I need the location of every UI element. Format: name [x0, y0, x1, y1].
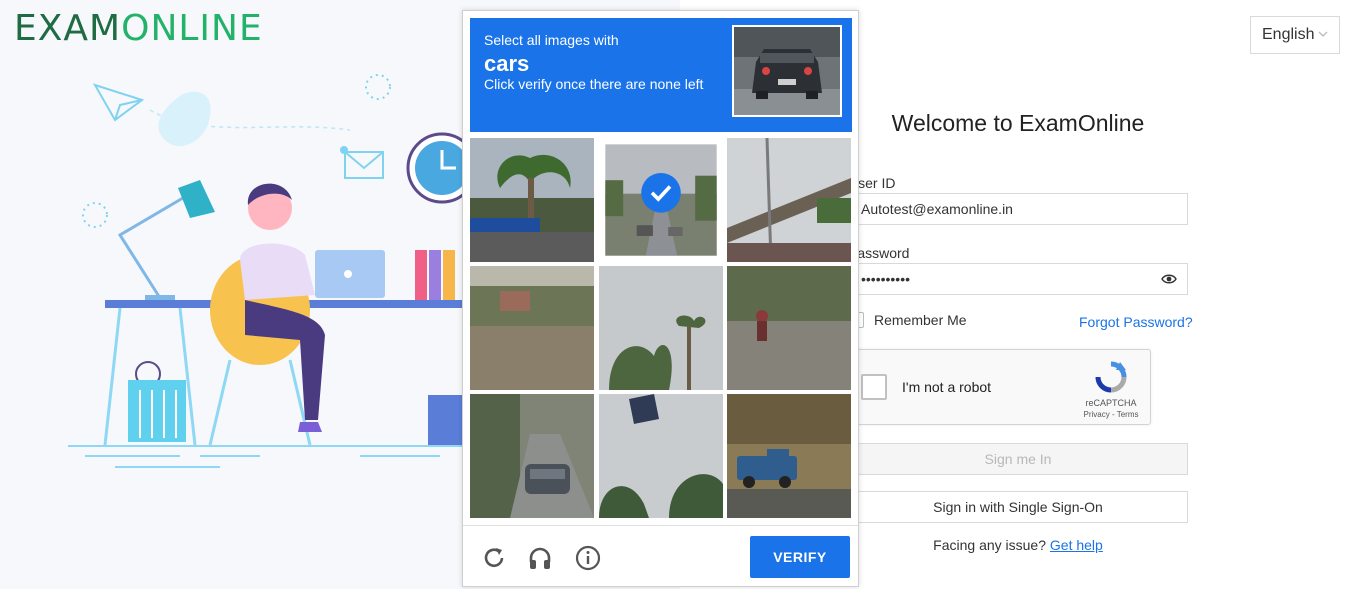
captcha-tile-8[interactable] — [599, 394, 723, 518]
sso-button[interactable]: Sign in with Single Sign-On — [848, 491, 1188, 523]
captcha-tile-4[interactable] — [470, 266, 594, 390]
password-input[interactable]: •••••••••• — [848, 263, 1188, 295]
user-id-value: Autotest@examonline.in — [861, 201, 1013, 217]
examonline-logo: EXAMONLINE — [14, 8, 263, 49]
captcha-image-grid — [470, 138, 852, 520]
remember-me-label: Remember Me — [874, 312, 967, 328]
captcha-challenge-dialog: Select all images with cars Click verify… — [462, 10, 859, 587]
instruction-line-3: Click verify once there are none left — [484, 76, 704, 92]
recaptcha-checkbox[interactable] — [861, 374, 887, 400]
info-icon[interactable] — [575, 545, 601, 571]
captcha-tile-5[interactable] — [599, 266, 723, 390]
sample-image — [732, 25, 842, 117]
workspace-illustration — [68, 74, 480, 468]
password-value: •••••••••• — [861, 271, 911, 287]
captcha-instructions: Select all images with cars Click verify… — [470, 18, 852, 132]
recaptcha-brand: reCAPTCHA — [1085, 398, 1137, 408]
verify-button[interactable]: VERIFY — [750, 536, 850, 578]
recaptcha-logo-icon — [1095, 361, 1127, 393]
refresh-icon[interactable] — [481, 545, 507, 571]
remember-me[interactable]: Remember Me — [848, 312, 967, 328]
captcha-tile-2[interactable] — [605, 144, 717, 256]
language-selected: English — [1262, 26, 1315, 43]
recaptcha-label: I'm not a robot — [902, 379, 992, 395]
captcha-tile-3[interactable] — [727, 138, 851, 262]
captcha-tile-7[interactable] — [470, 394, 594, 518]
user-id-input[interactable]: Autotest@examonline.in — [848, 193, 1188, 225]
captcha-tile-1[interactable] — [470, 138, 594, 262]
get-help-link[interactable]: Get help — [1050, 537, 1103, 553]
page-title: Welcome to ExamOnline — [891, 110, 1145, 136]
captcha-footer: VERIFY — [463, 525, 858, 588]
logo-part-exam: EXAM — [14, 8, 122, 49]
chevron-down-icon — [1318, 31, 1328, 37]
help-prefix: Facing any issue? — [933, 537, 1046, 553]
captcha-tile-6[interactable] — [727, 266, 851, 390]
forgot-password-link[interactable]: Forgot Password? — [1079, 314, 1193, 330]
audio-headphones-icon[interactable] — [527, 545, 553, 571]
sign-in-button[interactable]: Sign me In — [848, 443, 1188, 475]
selected-check-icon — [641, 173, 681, 213]
language-select[interactable]: English — [1250, 16, 1340, 54]
instruction-line-1: Select all images with — [484, 32, 619, 48]
recaptcha-terms-link[interactable]: Privacy - Terms — [1077, 410, 1145, 419]
logo-part-online: ONLINE — [121, 8, 263, 49]
eye-icon[interactable] — [1161, 272, 1177, 286]
recaptcha-widget: I'm not a robot reCAPTCHA Privacy - Term… — [848, 349, 1151, 425]
captcha-tile-9[interactable] — [727, 394, 851, 518]
instruction-target: cars — [484, 51, 530, 76]
help-text: Facing any issue? Get help — [848, 537, 1188, 553]
